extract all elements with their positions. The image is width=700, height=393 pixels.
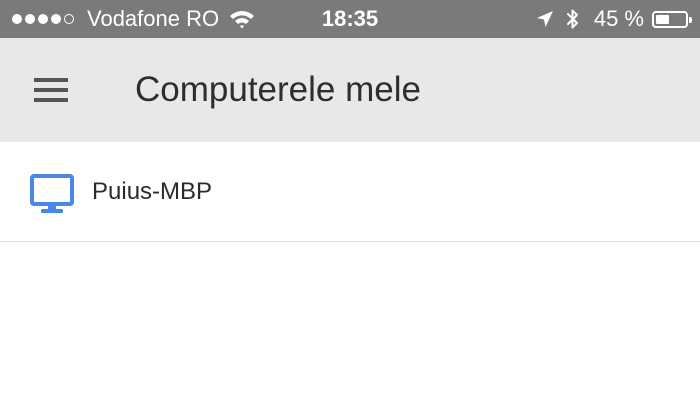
- hamburger-menu-icon[interactable]: [34, 76, 70, 104]
- battery-nub: [689, 16, 692, 23]
- battery-icon: [652, 10, 692, 28]
- menu-line: [34, 88, 68, 92]
- status-bar: Vodafone RO 18:35 45 %: [0, 0, 700, 38]
- computer-list-item[interactable]: Puius-MBP: [0, 142, 700, 242]
- app-bar: Computerele mele: [0, 38, 700, 142]
- location-arrow-icon: [536, 11, 553, 27]
- menu-line: [34, 98, 68, 102]
- battery-percent: 45 %: [593, 6, 644, 31]
- bluetooth-icon: [566, 9, 578, 29]
- page-title: Computerele mele: [135, 70, 421, 109]
- menu-line: [34, 78, 68, 82]
- monitor-icon: [30, 174, 74, 213]
- computer-name: Puius-MBP: [92, 178, 213, 205]
- status-bar-right: 45 %: [536, 0, 692, 38]
- battery-fill: [656, 14, 669, 24]
